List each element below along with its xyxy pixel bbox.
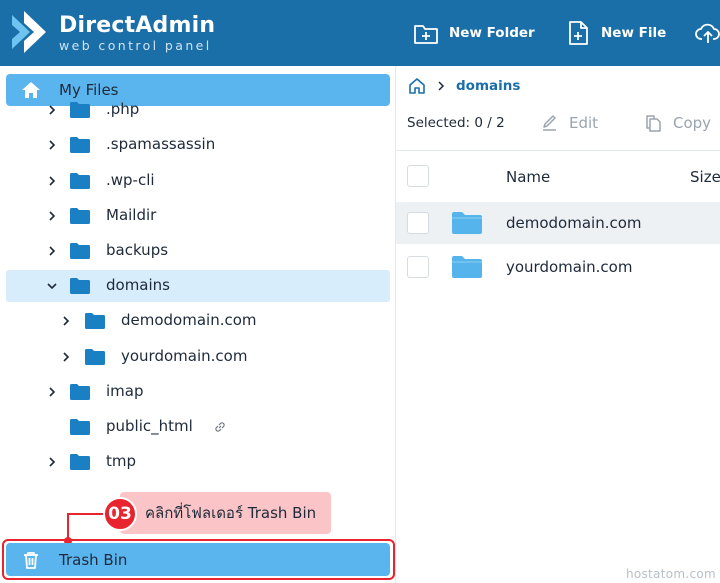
folder-icon <box>70 278 90 294</box>
trash-icon <box>24 551 38 569</box>
folder-icon <box>85 349 105 365</box>
select-all-checkbox[interactable] <box>407 165 429 187</box>
copy-label: Copy <box>673 114 712 132</box>
chevron-down-icon[interactable] <box>47 281 57 291</box>
cloud-upload-icon <box>695 23 720 43</box>
annotation-connector <box>67 513 107 515</box>
home-outline-icon[interactable] <box>408 77 426 95</box>
folder-icon <box>70 419 90 435</box>
watermark: hostatom.com <box>625 567 716 581</box>
chevron-right-icon[interactable] <box>61 352 71 362</box>
copy-button[interactable]: Copy <box>645 112 711 134</box>
upload-button[interactable] <box>695 18 720 48</box>
new-file-button[interactable]: New File <box>565 18 666 48</box>
sidebar-item-label: yourdomain.com <box>121 347 248 365</box>
brand-tagline: web control panel <box>59 38 212 53</box>
chevron-right-icon[interactable] <box>47 246 57 256</box>
annotation-text: คลิกที่โฟลเดอร์ Trash Bin <box>145 504 317 522</box>
symlink-icon <box>215 422 225 432</box>
sidebar-tree-item[interactable]: backups <box>6 235 390 267</box>
sidebar-item-label: public_html <box>106 417 193 435</box>
chevron-right-icon[interactable] <box>47 457 57 467</box>
folder-icon <box>70 137 90 153</box>
sidebar-item-label: demodomain.com <box>121 311 257 329</box>
sidebar-item-label: Trash Bin <box>59 550 128 569</box>
edit-button[interactable]: Edit <box>541 112 598 134</box>
toolbar-divider <box>396 150 720 151</box>
chevron-right-icon[interactable] <box>47 105 57 115</box>
new-file-label: New File <box>601 25 667 41</box>
sidebar-tree-item[interactable]: .wp-cli <box>6 165 390 197</box>
edit-label: Edit <box>569 114 599 132</box>
sidebar-item-label: .spamassassin <box>106 135 216 153</box>
sidebar-item-label: imap <box>106 382 144 400</box>
column-header-name[interactable]: Name <box>506 168 550 186</box>
sidebar-item-label: domains <box>106 276 170 294</box>
new-folder-label: New Folder <box>449 25 535 41</box>
file-browser-main: domains Selected: 0 / 2 Edit Copy Name S… <box>396 66 720 583</box>
new-folder-button[interactable]: New Folder <box>413 18 535 48</box>
annotation-callout: คลิกที่โฟลเดอร์ Trash Bin <box>120 492 331 534</box>
folder-icon <box>70 208 90 224</box>
sidebar-item-label: Maildir <box>106 206 157 224</box>
chevron-right-icon[interactable] <box>47 140 57 150</box>
annotation-step-badge: 03 <box>103 497 137 531</box>
selected-count: Selected: 0 / 2 <box>407 115 505 131</box>
file-plus-icon <box>569 21 588 45</box>
directadmin-logo-icon[interactable] <box>10 9 50 55</box>
chevron-right-icon[interactable] <box>47 211 57 221</box>
sidebar-tree-item[interactable]: demodomain.com <box>6 305 390 337</box>
sidebar-item-label: backups <box>106 241 169 259</box>
chevron-right-icon[interactable] <box>47 176 57 186</box>
chevron-right-icon[interactable] <box>47 387 57 397</box>
annotation-connector-vertical <box>67 513 69 540</box>
sidebar-tree-item[interactable]: domains <box>6 270 390 302</box>
pencil-icon <box>543 114 556 131</box>
breadcrumb: domains <box>408 76 520 96</box>
sidebar-tree-item[interactable]: imap <box>6 376 390 408</box>
chevron-right-icon <box>438 81 445 91</box>
sidebar-tree-item[interactable]: public_html <box>6 411 390 443</box>
folder-icon <box>452 256 482 278</box>
folder-icon <box>452 212 482 234</box>
table-header: Name Size <box>396 159 720 195</box>
folder-icon <box>85 313 105 329</box>
folder-icon <box>70 173 90 189</box>
folder-icon <box>70 243 90 259</box>
sidebar-item-label: .php <box>106 100 140 118</box>
row-checkbox[interactable] <box>407 256 429 278</box>
sidebar-item-label: tmp <box>106 452 137 470</box>
copy-icon <box>646 114 661 132</box>
sidebar-tree-item[interactable]: yourdomain.com <box>6 341 390 373</box>
folder-icon <box>70 454 90 470</box>
top-header: DirectAdmin web control panel New Folder… <box>0 0 720 66</box>
sidebar-item-trash-bin[interactable]: Trash Bin <box>6 543 390 576</box>
sidebar-item-label: .wp-cli <box>106 171 155 189</box>
file-name: yourdomain.com <box>506 258 633 276</box>
sidebar-tree-item[interactable]: .spamassassin <box>6 129 390 161</box>
table-row[interactable]: yourdomain.com <box>396 246 720 288</box>
sidebar-tree-item[interactable]: .php <box>6 94 390 126</box>
table-row[interactable]: demodomain.com <box>396 202 720 244</box>
brand-name: DirectAdmin <box>59 13 216 38</box>
breadcrumb-current[interactable]: domains <box>456 78 520 94</box>
file-name: demodomain.com <box>506 214 642 232</box>
folder-plus-icon <box>414 25 438 44</box>
column-header-size[interactable]: Size <box>690 168 720 186</box>
sidebar-tree-item[interactable]: Maildir <box>6 200 390 232</box>
folder-icon <box>70 384 90 400</box>
chevron-right-icon[interactable] <box>61 316 71 326</box>
folder-icon <box>70 102 90 118</box>
row-checkbox[interactable] <box>407 212 429 234</box>
sidebar-tree-item[interactable]: tmp <box>6 446 390 478</box>
